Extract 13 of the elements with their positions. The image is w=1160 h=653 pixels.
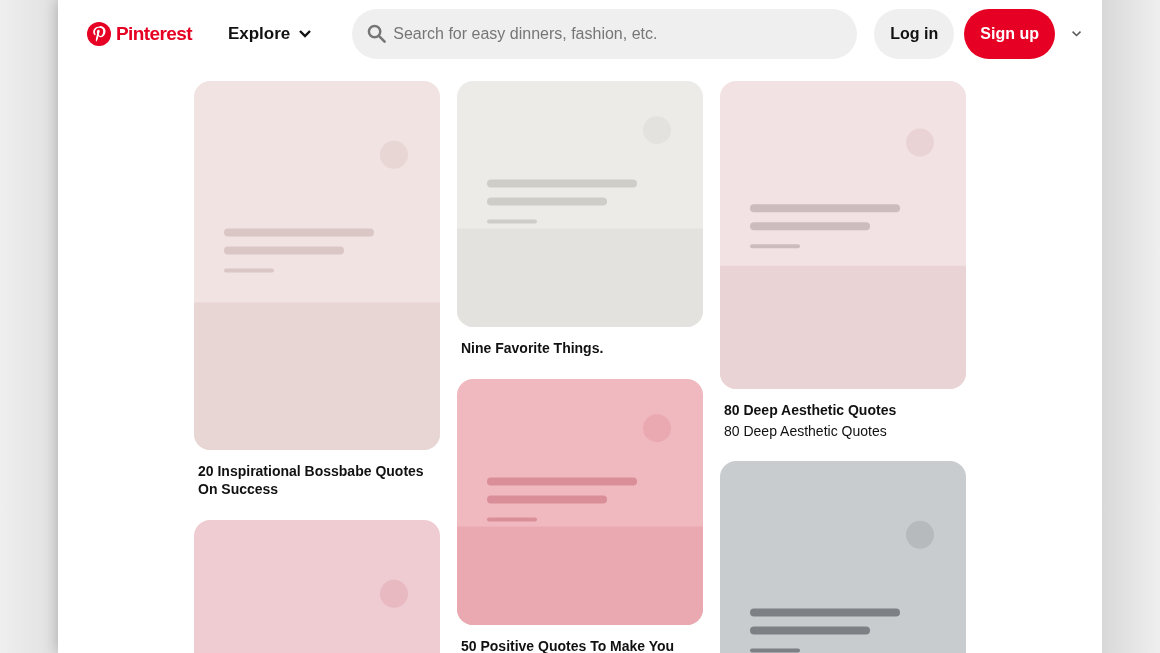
pin-title[interactable]: Nine Favorite Things.: [457, 327, 703, 357]
search-field[interactable]: Search for easy dinners, fashion, etc.: [352, 9, 858, 59]
logo-text[interactable]: Pinterest: [116, 23, 192, 45]
chevron-down-icon[interactable]: [1070, 29, 1082, 39]
explore-menu[interactable]: Explore: [227, 24, 313, 44]
pin-title[interactable]: 80 Deep Aesthetic Quotes: [720, 389, 966, 419]
login-button[interactable]: Log in: [874, 9, 955, 59]
pin-title[interactable]: 50 Positive Quotes To Make You: [457, 625, 703, 653]
signup-button[interactable]: Sign up: [964, 9, 1055, 59]
chevron-down-icon: [298, 29, 313, 39]
pin-title[interactable]: 20 Inspirational Bossbabe Quotes On Success: [194, 450, 440, 498]
pinterest-logo-icon[interactable]: [86, 21, 112, 47]
pin-subtitle: 80 Deep Aesthetic Quotes: [723, 422, 888, 439]
